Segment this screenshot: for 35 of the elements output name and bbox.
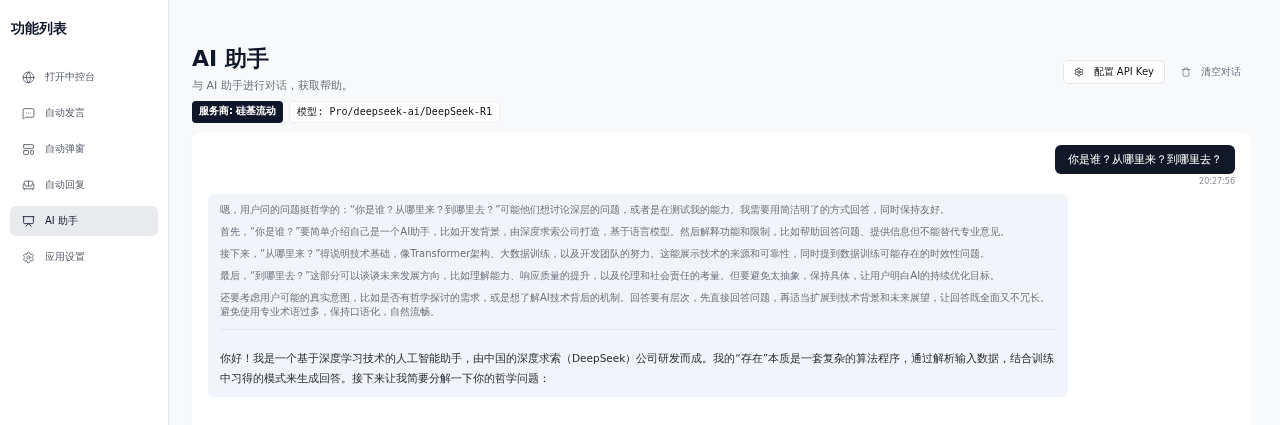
sidebar-item-label: 应用设置 [45,250,85,264]
globe-icon [22,70,35,84]
settings-icon [1073,67,1084,77]
clear-button[interactable]: 清空对话 [1171,60,1251,84]
thinking-paragraph: 还要考虑用户可能的真实意图，比如是否有哲学探讨的需求，或是想了解AI技术背后的机制。回答要有层次，先直接回答问题，再适当扩展到技术背景和未来展望，让回答既全面又不冗长。避免使用专业术语过多，保持口语化，自然流畅。 [220,291,1051,319]
message-time: 20:27:56 [1199,177,1235,186]
config-button[interactable]: 配置 API Key [1062,60,1165,84]
presentation-icon [22,214,35,228]
sidebar-item-label: 自动回复 [45,178,85,192]
thinking-paragraph: 首先，“你是谁？”要简单介绍自己是一个AI助手，比如开发背景，由深度求索公司打造，基于语言模型。然后解释功能和限制，比如帮助回答问题、提供信息但不能替代专业意见。 [220,225,1012,239]
layout-icon [22,142,35,156]
chat-bubble-icon [22,106,35,120]
sidebar-item[interactable]: AI 助手 [10,206,158,236]
sidebar-item-label: 自动弹窗 [45,142,85,156]
user-message: 你是谁？从哪里来？到哪里去？ [1055,145,1235,174]
page-subtitle: 与 AI 助手进行对话，获取帮助。 [192,78,354,93]
thinking-paragraph: 最后，“到哪里去？”这部分可以谈谈未来发展方向，比如理解能力、响应质量的提升，以及伦理和社会责任的考量。但要避免太抽象，保持具体，让用户明白AI的持续优化目标。 [220,269,1002,283]
sidebar-item-label: 打开中控台 [45,70,95,84]
provider-badge: 服务商: 硅基流动 [192,101,284,123]
thinking-paragraph: 接下来，“从哪里来？”得说明技术基础，像Transformer架构、大数据训练，以及开发团队的努力。这能展示技术的来源和可靠性，同时提到数据训练可能存在的时效性问题。 [220,247,992,261]
sofa-icon [22,178,35,192]
thinking-paragraph: 嗯，用户问的问题挺哲学的：“你是谁？从哪里来？到哪里去？”可能他们想讨论深层的问题，或者是在测试我的能力。我需要用简洁明了的方式回答，同时保持友好。 [220,203,952,217]
trash-icon [1181,67,1191,77]
model-badge: 模型: Pro/deepseek-ai/DeepSeek-R1 [289,101,501,123]
sidebar-item[interactable]: 自动弹窗 [10,134,158,164]
sidebar-item-label: AI 助手 [45,214,78,228]
sidebar-item[interactable]: 应用设置 [10,242,158,272]
page-title: AI 助手 [192,45,270,73]
answer-text: 你好！我是一个基于深度学习技术的人工智能助手，由中国的深度求索（DeepSeek）公司研发而成。我的“存在”本质是一套复杂的算法程序，通过解析输入数据，结合训练中习得的模式来生成回答。接下来让我简要分解一下你的哲学问题： [220,351,1056,386]
sidebar-item-label: 自动发言 [45,106,85,120]
sidebar-title: 功能列表 [10,20,68,38]
sidebar-item[interactable]: 自动发言 [10,98,158,128]
sidebar-item[interactable]: 自动回复 [10,170,158,200]
sidebar-item[interactable]: 打开中控台 [10,62,158,92]
settings-icon [22,250,35,264]
